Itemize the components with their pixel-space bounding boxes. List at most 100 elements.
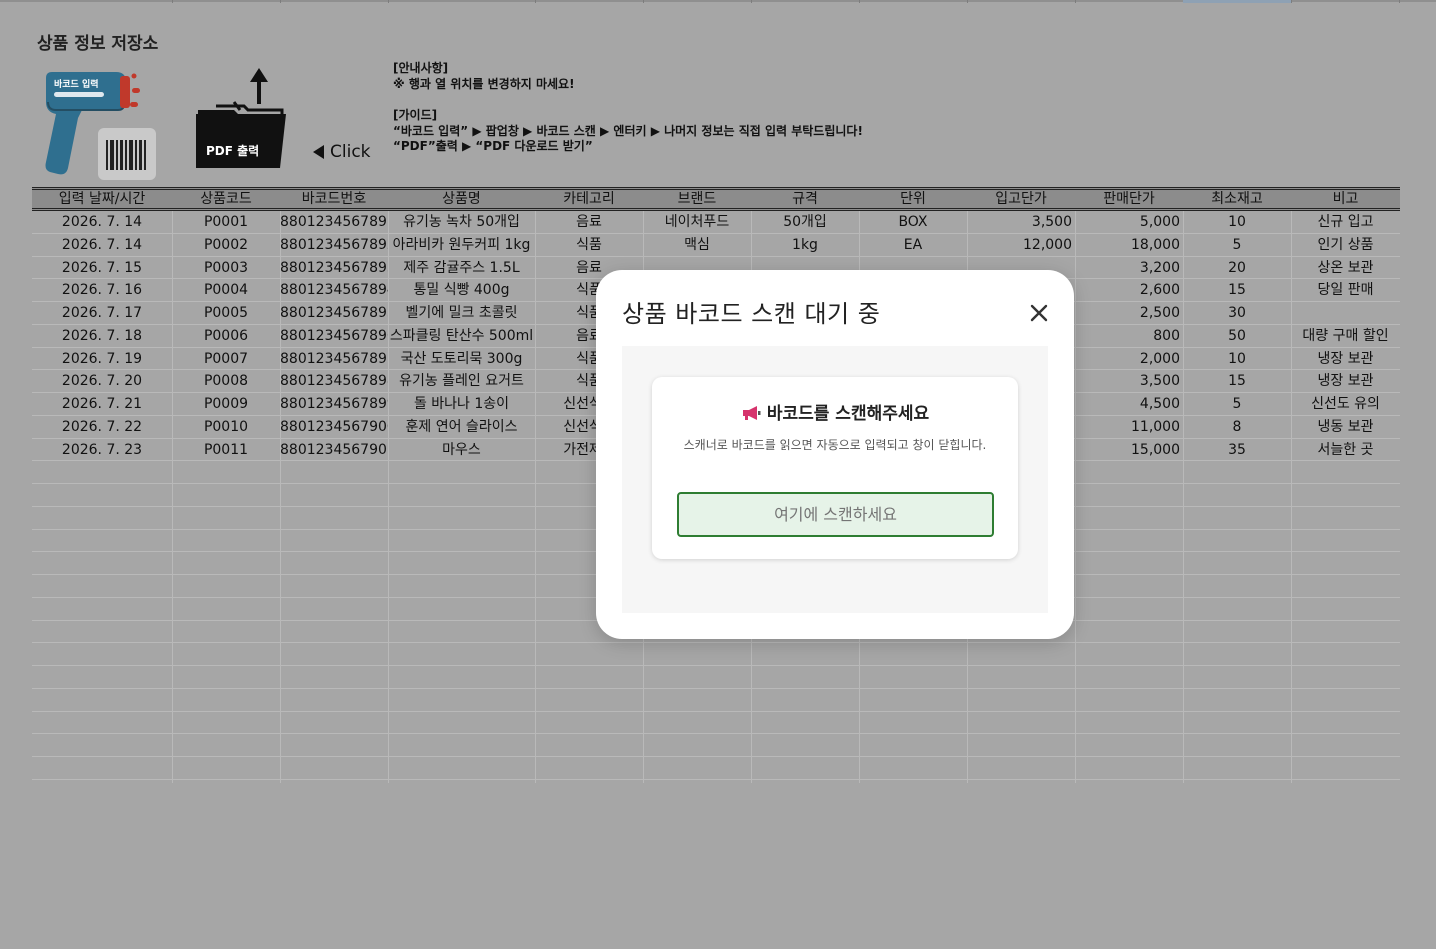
column-header[interactable]: 브랜드 xyxy=(643,190,751,208)
table-cell[interactable]: P0005 xyxy=(172,302,280,324)
table-cell[interactable]: 8801234567893 xyxy=(280,257,388,279)
empty-row[interactable] xyxy=(32,689,1400,712)
table-cell[interactable]: 18,000 xyxy=(1075,234,1180,256)
table-cell[interactable]: 3,500 xyxy=(1075,370,1180,392)
table-cell[interactable]: 2026. 7. 17 xyxy=(32,302,172,324)
table-row[interactable]: 2026. 7. 14 P0001 8801234567891 유기농 녹차 50개입… xyxy=(32,211,1400,234)
table-cell[interactable]: 2026. 7. 21 xyxy=(32,393,172,415)
table-cell[interactable]: 스파클링 탄산수 500ml xyxy=(388,325,535,347)
table-cell[interactable]: 20 xyxy=(1183,257,1291,279)
table-cell[interactable]: 훈제 연어 슬라이스 xyxy=(388,416,535,438)
table-cell[interactable]: P0006 xyxy=(172,325,280,347)
table-cell[interactable]: 5 xyxy=(1183,393,1291,415)
table-cell[interactable]: 8801234567901 xyxy=(280,439,388,461)
table-cell[interactable]: 8801234567897 xyxy=(280,348,388,370)
table-cell[interactable]: EA xyxy=(859,234,967,256)
table-cell[interactable]: 2,600 xyxy=(1075,279,1180,301)
table-cell[interactable]: 8801234567891 xyxy=(280,211,388,233)
empty-row[interactable] xyxy=(32,712,1400,735)
table-cell[interactable]: 유기농 녹차 50개입 xyxy=(388,211,535,233)
table-cell[interactable]: 냉장 보관 xyxy=(1291,348,1400,370)
table-cell[interactable]: 2026. 7. 19 xyxy=(32,348,172,370)
table-cell[interactable]: 2026. 7. 20 xyxy=(32,370,172,392)
table-cell[interactable]: P0001 xyxy=(172,211,280,233)
table-cell[interactable]: 아라비카 원두커피 1kg xyxy=(388,234,535,256)
table-cell[interactable]: 8801234567900 xyxy=(280,416,388,438)
table-cell[interactable]: P0004 xyxy=(172,279,280,301)
table-cell[interactable]: 서늘한 곳 xyxy=(1291,439,1400,461)
table-cell[interactable]: 2,500 xyxy=(1075,302,1180,324)
table-cell[interactable]: 12,000 xyxy=(967,234,1072,256)
table-cell[interactable]: 8801234567894 xyxy=(280,279,388,301)
table-cell[interactable]: 35 xyxy=(1183,439,1291,461)
table-cell[interactable]: 50 xyxy=(1183,325,1291,347)
table-cell[interactable]: 11,000 xyxy=(1075,416,1180,438)
table-cell[interactable]: 8801234567892 xyxy=(280,234,388,256)
table-cell[interactable]: 마우스 xyxy=(388,439,535,461)
table-cell[interactable]: 10 xyxy=(1183,211,1291,233)
table-cell[interactable]: 5,000 xyxy=(1075,211,1180,233)
table-cell[interactable]: 인기 상품 xyxy=(1291,234,1400,256)
table-cell[interactable]: 음료 xyxy=(535,211,643,233)
table-cell[interactable]: 2026. 7. 14 xyxy=(32,234,172,256)
column-header[interactable]: 비고 xyxy=(1291,190,1400,208)
table-cell[interactable]: 15 xyxy=(1183,279,1291,301)
barcode-input-button[interactable]: 바코드 입력 xyxy=(38,68,162,183)
column-header[interactable]: 카테고리 xyxy=(535,190,643,208)
table-cell[interactable]: P0008 xyxy=(172,370,280,392)
table-cell[interactable]: 8801234567896 xyxy=(280,325,388,347)
table-cell[interactable]: 신선도 유의 xyxy=(1291,393,1400,415)
table-cell[interactable] xyxy=(1291,302,1400,324)
table-cell[interactable]: 식품 xyxy=(535,234,643,256)
table-cell[interactable]: 800 xyxy=(1075,325,1180,347)
column-header[interactable]: 최소재고 xyxy=(1183,190,1291,208)
column-header[interactable]: 입력 날짜/시간 xyxy=(32,190,172,208)
table-cell[interactable]: 상온 보관 xyxy=(1291,257,1400,279)
table-cell[interactable]: 유기농 플레인 요거트 xyxy=(388,370,535,392)
column-header[interactable]: 규격 xyxy=(751,190,859,208)
table-cell[interactable]: P0003 xyxy=(172,257,280,279)
table-cell[interactable]: 맥심 xyxy=(643,234,751,256)
empty-row[interactable] xyxy=(32,643,1400,666)
table-row[interactable]: 2026. 7. 14 P0002 8801234567892 아라비카 원두커피 1… xyxy=(32,234,1400,257)
table-cell[interactable]: 통밀 식빵 400g xyxy=(388,279,535,301)
table-cell[interactable]: 2026. 7. 14 xyxy=(32,211,172,233)
table-cell[interactable]: 2026. 7. 23 xyxy=(32,439,172,461)
table-cell[interactable]: 네이처푸드 xyxy=(643,211,751,233)
table-cell[interactable]: 2026. 7. 15 xyxy=(32,257,172,279)
table-cell[interactable]: 신규 입고 xyxy=(1291,211,1400,233)
table-cell[interactable]: P0009 xyxy=(172,393,280,415)
close-icon[interactable] xyxy=(1028,302,1050,324)
table-cell[interactable]: 10 xyxy=(1183,348,1291,370)
table-cell[interactable]: 2,000 xyxy=(1075,348,1180,370)
column-header[interactable]: 판매단가 xyxy=(1075,190,1183,208)
column-header[interactable]: 바코드번호 xyxy=(280,190,388,208)
empty-row[interactable] xyxy=(32,757,1400,780)
table-cell[interactable]: 냉장 보관 xyxy=(1291,370,1400,392)
table-cell[interactable]: 돌 바나나 1송이 xyxy=(388,393,535,415)
table-cell[interactable]: 8 xyxy=(1183,416,1291,438)
column-header[interactable]: 입고단가 xyxy=(967,190,1075,208)
table-cell[interactable]: 3,200 xyxy=(1075,257,1180,279)
table-cell[interactable]: 당일 판매 xyxy=(1291,279,1400,301)
empty-row[interactable] xyxy=(32,666,1400,689)
pdf-export-button[interactable]: PDF 출력 xyxy=(194,66,292,172)
table-cell[interactable]: 4,500 xyxy=(1075,393,1180,415)
table-cell[interactable]: BOX xyxy=(859,211,967,233)
table-cell[interactable]: 50개입 xyxy=(751,211,859,233)
column-header[interactable]: 단위 xyxy=(859,190,967,208)
table-cell[interactable]: 15 xyxy=(1183,370,1291,392)
table-cell[interactable]: 8801234567898 xyxy=(280,370,388,392)
table-cell[interactable]: 대량 구매 할인 xyxy=(1291,325,1400,347)
table-cell[interactable]: 15,000 xyxy=(1075,439,1180,461)
table-cell[interactable]: 국산 도토리묵 300g xyxy=(388,348,535,370)
table-cell[interactable]: 2026. 7. 22 xyxy=(32,416,172,438)
table-cell[interactable]: 8801234567895 xyxy=(280,302,388,324)
table-cell[interactable]: P0010 xyxy=(172,416,280,438)
column-header[interactable]: 상품코드 xyxy=(172,190,280,208)
table-cell[interactable]: 5 xyxy=(1183,234,1291,256)
table-cell[interactable]: P0002 xyxy=(172,234,280,256)
table-cell[interactable]: P0011 xyxy=(172,439,280,461)
table-cell[interactable]: 냉동 보관 xyxy=(1291,416,1400,438)
table-cell[interactable]: 8801234567899 xyxy=(280,393,388,415)
